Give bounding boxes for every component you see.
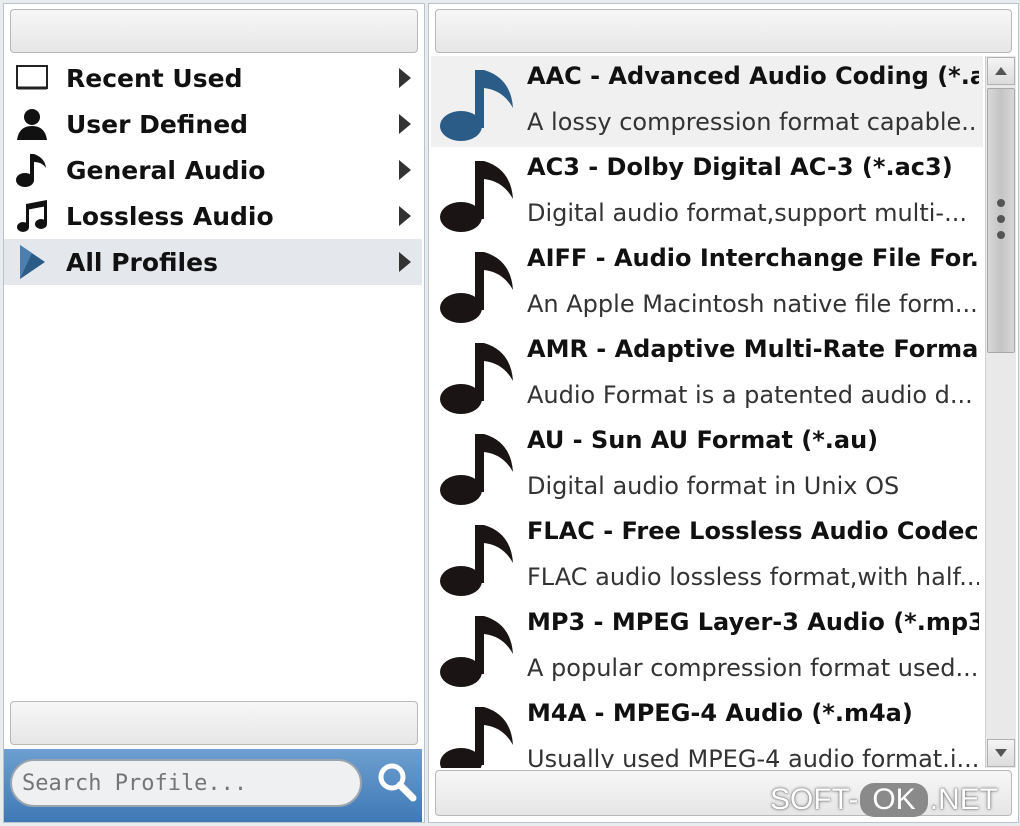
category-item-general-audio[interactable]: General Audio	[4, 147, 422, 193]
watermark-text: SOFT-	[770, 783, 859, 816]
watermark-text: .NET	[929, 783, 999, 816]
chevron-right-icon	[398, 67, 412, 93]
music-note-icon	[437, 701, 517, 768]
grip-dot	[997, 199, 1005, 207]
play-triangle-icon	[12, 242, 52, 282]
profile-description: A popular compression format used...	[527, 654, 979, 682]
profile-title: AIFF - Audio Interchange File For...	[527, 244, 979, 272]
category-header-bar	[10, 9, 418, 53]
chevron-right-icon	[398, 113, 412, 139]
scroll-thumb[interactable]	[987, 88, 1015, 353]
profile-description: Audio Format is a patented audio d...	[527, 381, 973, 409]
music-note-icon	[437, 155, 517, 235]
music-note-icon	[12, 150, 52, 190]
category-list: Recent Used User Defined General Audio L…	[4, 55, 422, 285]
search-bar	[4, 749, 422, 822]
category-footer-bar	[10, 701, 418, 745]
profile-title: AAC - Advanced Audio Coding (*.a...	[527, 62, 979, 90]
category-item-all-profiles[interactable]: All Profiles	[4, 239, 422, 285]
profile-description: Digital audio format,support multi-...	[527, 199, 967, 227]
profile-title: FLAC - Free Lossless Audio Codec (...	[527, 517, 979, 545]
profile-item[interactable]: MP3 - MPEG Layer-3 Audio (*.mp3) A popula…	[431, 602, 983, 693]
category-panel: Recent Used User Defined General Audio L…	[3, 3, 425, 823]
music-note-icon	[437, 610, 517, 690]
profile-item[interactable]: AAC - Advanced Audio Coding (*.a... A los…	[431, 56, 983, 147]
profile-panel: AAC - Advanced Audio Coding (*.a... A los…	[428, 3, 1019, 823]
chevron-right-icon	[398, 205, 412, 231]
profile-description: Usually used MPEG-4 audio format.i...	[527, 745, 979, 768]
music-note-icon	[437, 337, 517, 417]
profile-item[interactable]: AMR - Adaptive Multi-Rate Forma... Audio …	[431, 329, 983, 420]
profile-title: AMR - Adaptive Multi-Rate Forma...	[527, 335, 979, 363]
category-label: Lossless Audio	[66, 201, 274, 231]
search-input[interactable]	[10, 759, 362, 807]
arrow-down-icon	[995, 749, 1007, 757]
profile-title: AC3 - Dolby Digital AC-3 (*.ac3)	[527, 153, 953, 181]
category-label: General Audio	[66, 155, 266, 185]
arrow-up-icon	[995, 67, 1007, 75]
music-note-icon	[437, 519, 517, 599]
profile-item[interactable]: M4A - MPEG-4 Audio (*.m4a) Usually used M…	[431, 693, 983, 768]
category-item-lossless-audio[interactable]: Lossless Audio	[4, 193, 422, 239]
profile-item[interactable]: AIFF - Audio Interchange File For... An A…	[431, 238, 983, 329]
music-note-icon	[437, 428, 517, 508]
profile-item[interactable]: AU - Sun AU Format (*.au) Digital audio f…	[431, 420, 983, 511]
category-item-user-defined[interactable]: User Defined	[4, 101, 422, 147]
profile-header-bar	[435, 9, 1012, 53]
grip-dot	[997, 231, 1005, 239]
category-label: All Profiles	[66, 247, 218, 277]
profile-description: FLAC audio lossless format,with half...	[527, 563, 979, 591]
user-icon	[12, 104, 52, 144]
search-icon[interactable]	[376, 761, 418, 803]
recent-icon	[12, 58, 52, 98]
scroll-down-button[interactable]	[987, 739, 1015, 767]
watermark: SOFT- OK .NET	[770, 778, 998, 822]
chevron-right-icon	[398, 159, 412, 185]
music-note-icon	[437, 246, 517, 326]
vertical-scrollbar[interactable]	[985, 56, 1016, 768]
profile-description: An Apple Macintosh native file form...	[527, 290, 978, 318]
profile-item[interactable]: AC3 - Dolby Digital AC-3 (*.ac3) Digital …	[431, 147, 983, 238]
watermark-badge: OK	[860, 783, 928, 817]
scroll-up-button[interactable]	[987, 57, 1015, 85]
profile-description: A lossy compression format capable...	[527, 108, 979, 136]
profile-list: AAC - Advanced Audio Coding (*.a... A los…	[431, 56, 983, 768]
category-item-recent-used[interactable]: Recent Used	[4, 55, 422, 101]
profile-title: M4A - MPEG-4 Audio (*.m4a)	[527, 699, 913, 727]
profile-item[interactable]: FLAC - Free Lossless Audio Codec (... FLA…	[431, 511, 983, 602]
category-label: Recent Used	[66, 63, 243, 93]
music-note-icon	[437, 64, 517, 144]
category-label: User Defined	[66, 109, 249, 139]
profile-title: MP3 - MPEG Layer-3 Audio (*.mp3)	[527, 608, 979, 636]
grip-dot	[997, 215, 1005, 223]
chevron-right-icon	[398, 251, 412, 277]
profile-title: AU - Sun AU Format (*.au)	[527, 426, 879, 454]
double-note-icon	[12, 196, 52, 236]
profile-description: Digital audio format in Unix OS	[527, 472, 900, 500]
